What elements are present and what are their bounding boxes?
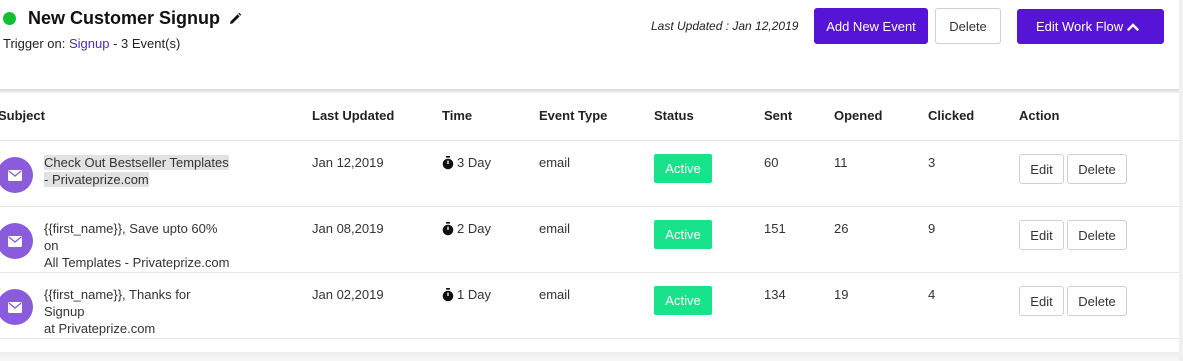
title-row: New Customer Signup: [3, 8, 242, 29]
envelope-icon: [0, 157, 33, 193]
event-subject[interactable]: Check Out Bestseller Templates - Private…: [44, 154, 234, 188]
subject-line-1: {{first_name}}, Save upto 60% on: [44, 221, 218, 253]
clicked-cell: 3: [928, 155, 936, 170]
table-row: {{first_name}}, Save upto 60% on All Tem…: [0, 207, 1183, 273]
table-row: {{first_name}}, Thanks for Signup at Pri…: [0, 273, 1183, 339]
status-badge[interactable]: Active: [654, 220, 712, 249]
status-badge[interactable]: Active: [654, 154, 712, 183]
pencil-icon[interactable]: [228, 12, 242, 26]
stopwatch-icon: [442, 155, 454, 169]
edit-work-flow-label: Edit Work Flow: [1036, 19, 1124, 34]
table-header: Subject Last Updated Time Event Type Sta…: [0, 93, 1183, 141]
column-event-type: Event Type: [539, 108, 608, 123]
subject-line-1: {{first_name}}, Thanks for Signup: [44, 287, 191, 319]
trigger-prefix: Trigger on:: [3, 36, 69, 51]
clicked-cell: 4: [928, 287, 936, 302]
last-updated-cell: Jan 02,2019: [312, 287, 384, 302]
subject-line-2: at Privateprize.com: [44, 321, 156, 336]
edit-event-button[interactable]: Edit: [1019, 154, 1064, 184]
column-sent: Sent: [764, 108, 793, 123]
envelope-icon: [0, 289, 33, 325]
event-subject[interactable]: {{first_name}}, Save upto 60% on All Tem…: [44, 220, 234, 271]
last-updated-cell: Jan 08,2019: [312, 221, 384, 236]
sent-cell: 151: [764, 221, 786, 236]
column-opened: Opened: [834, 108, 883, 123]
trigger-suffix: - 3 Event(s): [109, 36, 181, 51]
column-subject: Subject: [0, 108, 45, 123]
last-updated-cell: Jan 12,2019: [312, 155, 384, 170]
time-cell: 3 Day: [442, 155, 491, 170]
add-new-event-button[interactable]: Add New Event: [814, 8, 928, 44]
footer-divider: [0, 352, 1183, 361]
event-type-cell: email: [539, 221, 571, 236]
last-updated-label: Last Updated : Jan 12,2019: [651, 19, 799, 33]
subject-line-1: Check Out Bestseller Templates: [44, 155, 229, 170]
workflow-header: New Customer Signup Trigger on: Signup -…: [0, 0, 1183, 90]
edit-event-button[interactable]: Edit: [1019, 286, 1064, 316]
trigger-info: Trigger on: Signup - 3 Event(s): [3, 36, 180, 51]
clicked-cell: 9: [928, 221, 936, 236]
status-badge[interactable]: Active: [654, 286, 712, 315]
delete-workflow-button[interactable]: Delete: [935, 8, 1001, 44]
chevron-up-icon: [1127, 21, 1139, 33]
time-cell: 2 Day: [442, 221, 491, 236]
edit-event-button[interactable]: Edit: [1019, 220, 1064, 250]
stopwatch-icon: [442, 221, 454, 235]
column-clicked: Clicked: [928, 108, 975, 123]
column-time: Time: [442, 108, 473, 123]
time-value: 2 Day: [457, 221, 491, 236]
event-subject[interactable]: {{first_name}}, Thanks for Signup at Pri…: [44, 286, 234, 337]
sent-cell: 134: [764, 287, 786, 302]
scrollbar[interactable]: [1179, 0, 1183, 361]
page-title: New Customer Signup: [28, 8, 221, 28]
trigger-link[interactable]: Signup: [69, 36, 109, 51]
event-type-cell: email: [539, 287, 571, 302]
time-cell: 1 Day: [442, 287, 491, 302]
opened-cell: 26: [834, 221, 849, 236]
delete-event-button[interactable]: Delete: [1067, 154, 1127, 184]
column-status: Status: [654, 108, 694, 123]
delete-event-button[interactable]: Delete: [1067, 286, 1127, 316]
opened-cell: 19: [834, 287, 849, 302]
column-action: Action: [1019, 108, 1060, 123]
subject-line-2: - Privateprize.com: [44, 172, 149, 187]
delete-event-button[interactable]: Delete: [1067, 220, 1127, 250]
sent-cell: 60: [764, 155, 779, 170]
subject-line-2: All Templates - Privateprize.com: [44, 255, 230, 270]
event-type-cell: email: [539, 155, 571, 170]
table-row: Check Out Bestseller Templates - Private…: [0, 141, 1183, 207]
opened-cell: 11: [834, 155, 848, 170]
stopwatch-icon: [442, 287, 454, 301]
status-dot-icon: [3, 12, 16, 25]
edit-work-flow-button[interactable]: Edit Work Flow: [1017, 9, 1164, 44]
column-last-updated: Last Updated: [312, 108, 395, 123]
envelope-icon: [0, 223, 33, 259]
time-value: 3 Day: [457, 155, 491, 170]
time-value: 1 Day: [457, 287, 491, 302]
